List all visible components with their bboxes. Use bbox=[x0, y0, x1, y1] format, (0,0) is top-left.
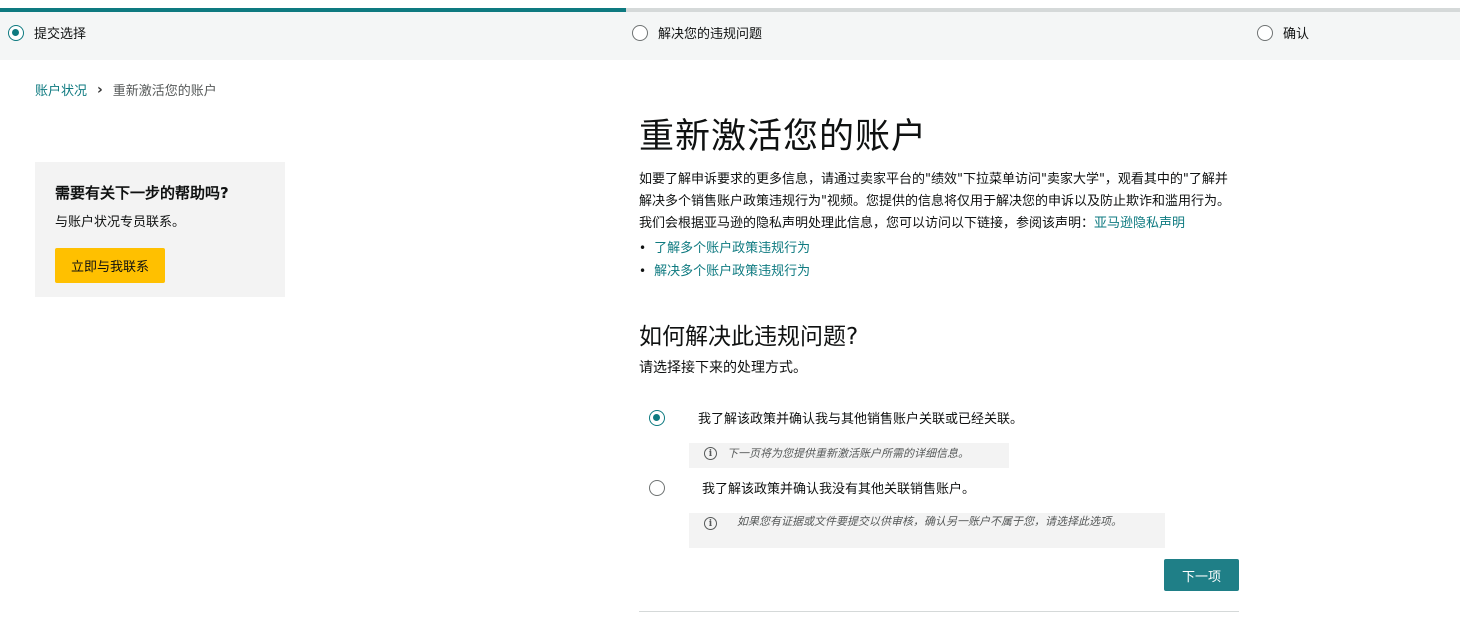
help-title: 需要有关下一步的帮助吗? bbox=[55, 184, 229, 202]
radio-unselected-icon[interactable] bbox=[649, 479, 665, 496]
option-info-text: 如果您有证据或文件要提交以供审核，确认另一账户不属于您，请选择此选项。 bbox=[737, 515, 1122, 528]
next-button[interactable]: 下一项 bbox=[1164, 559, 1239, 591]
step-confirm: 确认 bbox=[1257, 23, 1309, 42]
breadcrumb-account-health-link[interactable]: 账户状况 bbox=[35, 80, 87, 99]
help-box: 需要有关下一步的帮助吗? 与账户状况专员联系。 立即与我联系 bbox=[35, 162, 285, 297]
step-pending-radio-icon bbox=[1257, 24, 1273, 41]
contact-me-button[interactable]: 立即与我联系 bbox=[55, 248, 166, 283]
learn-policy-link[interactable]: 了解多个账户政策违规行为 bbox=[654, 237, 810, 260]
step-label: 提交选择 bbox=[34, 27, 87, 42]
section-subtitle: 请选择接下来的处理方式。 bbox=[639, 360, 807, 376]
step-current-radio-icon bbox=[8, 24, 24, 41]
info-icon: i bbox=[704, 517, 717, 530]
option-info-box: i 如果您有证据或文件要提交以供审核，确认另一账户不属于您，请选择此选项。 bbox=[689, 513, 1165, 548]
option-info-box: i 下一页将为您提供重新激活账户所需的详细信息。 bbox=[689, 443, 1009, 468]
resolve-policy-link[interactable]: 解决多个账户政策违规行为 bbox=[654, 260, 810, 283]
breadcrumb: 账户状况 › 重新激活您的账户 bbox=[35, 80, 217, 100]
privacy-notice-link[interactable]: 亚马逊隐私声明 bbox=[1094, 216, 1185, 231]
info-icon: i bbox=[704, 447, 717, 460]
bullet-icon: • bbox=[639, 264, 647, 278]
intro-paragraph: 如要了解申诉要求的更多信息，请通过卖家平台的"绩效"下拉菜单访问"卖家大学"，观… bbox=[639, 169, 1237, 235]
option-label: 我了解该政策并确认我没有其他关联销售账户。 bbox=[702, 482, 976, 497]
chevron-right-icon: › bbox=[97, 81, 103, 98]
step-pending-radio-icon bbox=[632, 24, 648, 41]
list-item: • 了解多个账户政策违规行为 bbox=[639, 237, 1239, 260]
section-title: 如何解决此违规问题? bbox=[639, 324, 859, 350]
list-item: • 解决多个账户政策违规行为 bbox=[639, 260, 1239, 283]
help-subtitle: 与账户状况专员联系。 bbox=[55, 215, 186, 230]
progress-track bbox=[0, 8, 1460, 12]
step-submit-choice: 提交选择 bbox=[8, 23, 86, 42]
bullet-icon: • bbox=[639, 241, 647, 255]
step-resolve-violation: 解决您的违规问题 bbox=[632, 23, 762, 42]
breadcrumb-current: 重新激活您的账户 bbox=[112, 84, 217, 99]
page-title: 重新激活您的账户 bbox=[639, 117, 928, 157]
option-no-linked-accounts[interactable]: 我了解该政策并确认我没有其他关联销售账户。 bbox=[649, 478, 975, 497]
progress-stepper: 提交选择 解决您的违规问题 确认 bbox=[0, 8, 1460, 60]
progress-fill bbox=[0, 8, 627, 12]
radio-selected-icon[interactable] bbox=[649, 409, 665, 426]
option-label: 我了解该政策并确认我与其他销售账户关联或已经关联。 bbox=[698, 412, 1024, 427]
main-content: 重新激活您的账户 如要了解申诉要求的更多信息，请通过卖家平台的"绩效"下拉菜单访… bbox=[639, 108, 1239, 377]
step-label: 确认 bbox=[1283, 27, 1310, 42]
divider bbox=[639, 611, 1239, 612]
option-info-text: 下一页将为您提供重新激活账户所需的详细信息。 bbox=[727, 447, 969, 460]
step-label: 解决您的违规问题 bbox=[658, 27, 763, 42]
help-links: • 了解多个账户政策违规行为 • 解决多个账户政策违规行为 bbox=[639, 237, 1239, 283]
option-linked-accounts[interactable]: 我了解该政策并确认我与其他销售账户关联或已经关联。 bbox=[649, 408, 1023, 427]
